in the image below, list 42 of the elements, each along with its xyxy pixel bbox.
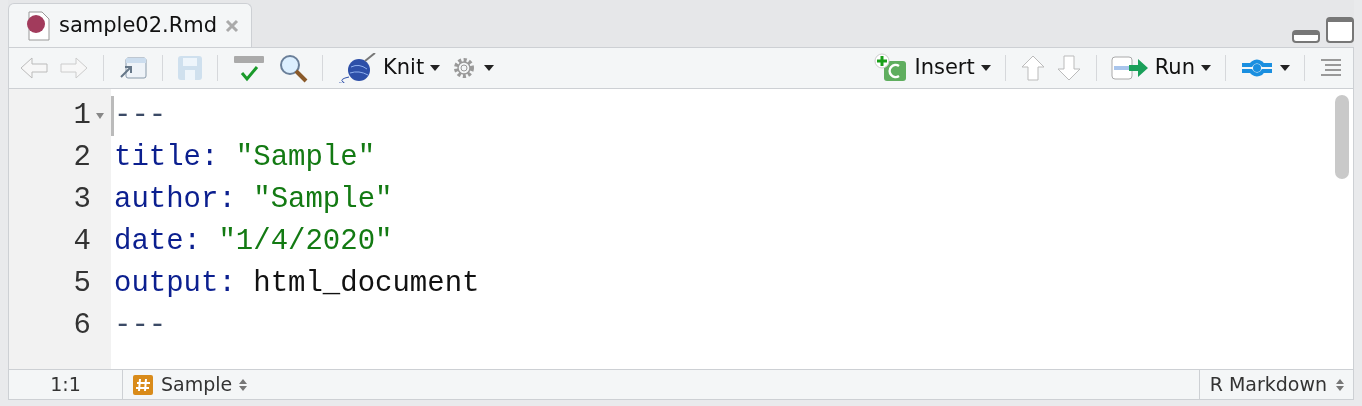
scrollbar-thumb[interactable] [1335,95,1349,179]
tab-label: sample02.Rmd [59,11,218,39]
search-icon[interactable] [278,53,308,83]
maximize-icon[interactable] [1326,17,1354,43]
popout-window-icon[interactable] [118,55,148,81]
code-line: title: "Sample" [114,140,376,177]
line-number: 1 [73,98,91,135]
cursor-position: 1:1 [9,370,123,399]
outline-icon[interactable] [1319,57,1343,79]
file-icon [25,10,51,41]
code-line: --- [114,98,167,135]
close-icon[interactable] [225,18,240,33]
run-button[interactable]: Run [1110,52,1211,84]
updown-icon [1335,377,1345,392]
caret-icon [1201,65,1211,71]
line-number: 5 [73,266,91,303]
run-line-icon [1110,55,1149,81]
line-number: 6 [73,308,91,345]
line-number: 2 [73,140,91,177]
editor-tab[interactable]: sample02.Rmd [8,3,253,47]
code-line: --- [114,308,167,345]
knit-button[interactable]: Knit [337,52,441,84]
minimize-icon[interactable] [1292,29,1320,43]
code-line: output: html_document [114,266,480,303]
code-line: author: "Sample" [114,182,393,219]
up-arrow-icon[interactable] [1019,54,1046,82]
add-chunk-icon [874,53,909,83]
line-number: 4 [73,224,91,261]
file-type-dropdown[interactable]: R Markdown [1198,370,1353,399]
caret-icon [980,65,991,71]
caret-icon [1280,65,1290,71]
code-line: date: "1/4/2020" [114,224,393,261]
updown-icon [238,377,249,392]
hash-icon [133,374,153,395]
insert-chunk-button[interactable]: Insert [874,52,991,84]
line-number: 3 [73,182,91,219]
caret-icon [430,65,441,71]
down-arrow-icon[interactable] [1055,54,1082,82]
scope-dropdown[interactable]: Sample [161,370,249,399]
fold-arrow-icon[interactable] [95,112,105,120]
yarn-ball-icon [337,53,377,83]
caret-icon [484,65,495,71]
